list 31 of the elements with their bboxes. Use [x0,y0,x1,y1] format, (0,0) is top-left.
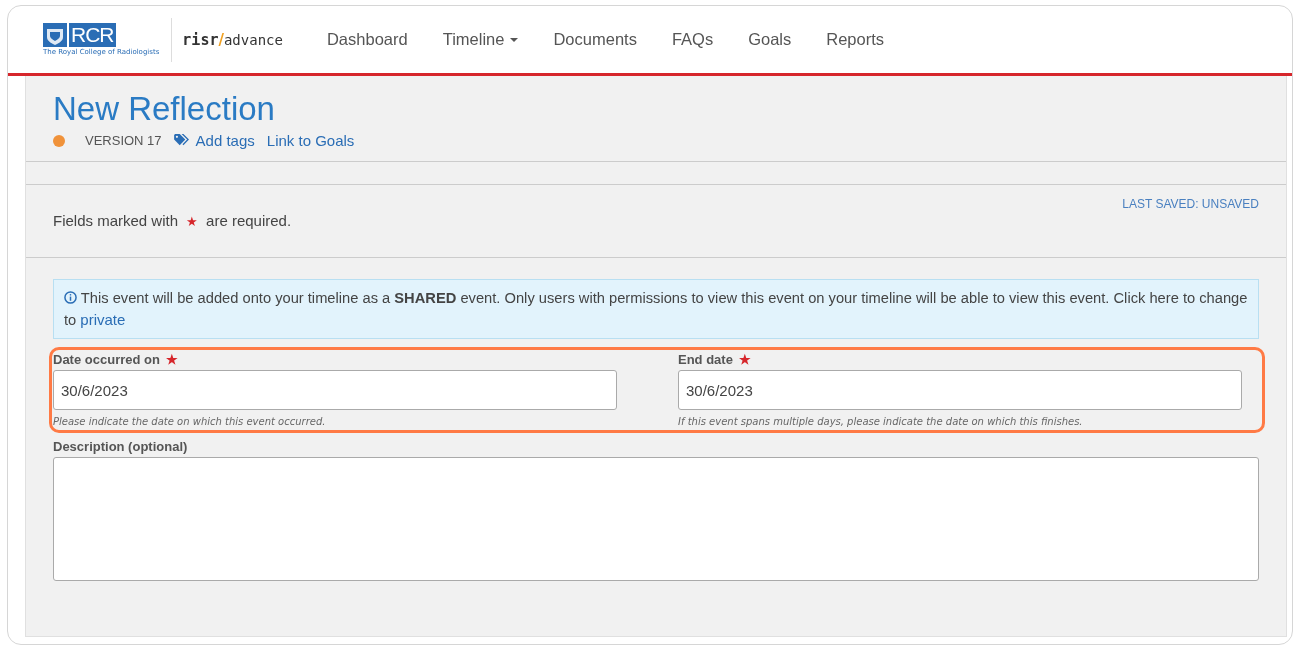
crest-icon [43,23,67,47]
nav-link[interactable]: Reports [826,30,885,49]
nav-link[interactable]: Dashboard [326,30,408,49]
field-label: End date [678,352,733,367]
add-tags-link[interactable]: Add tags [195,132,255,149]
required-mark-label: ★ [738,352,751,367]
tag-icon [173,134,191,147]
version-label: VERSION 17 [85,133,162,148]
help-text: Please indicate the date on which this event occurred. [53,416,327,427]
link-to-goals-link[interactable]: Link to Goals [266,132,355,149]
field-label: Date occurred on [53,352,160,367]
private-link[interactable]: private [80,311,126,328]
nav-link[interactable]: Timeline [442,30,519,49]
required-note: are required. [206,212,292,229]
page-title: New Reflection [53,90,276,128]
nav-link[interactable]: Goals [748,30,792,49]
required-note: Fields marked with [53,212,179,229]
nav-link[interactable]: FAQs [671,30,714,49]
date-field[interactable]: 30/6/2023 [53,370,617,410]
last-saved-status: LAST SAVED: UNSAVED [1122,197,1259,213]
field-label: Description (optional) [53,439,189,454]
info-banner: This event will be added onto your timeline as a SHARED event. Only users with permissions to view this event on your timeline will be able to view this event. Click here to change to private [53,279,1259,339]
help-text: If this event spans multiple days, please indicate the date on which this finishes. [678,416,1084,427]
description-field[interactable] [53,457,1259,581]
required-mark-label: ★ [186,214,199,229]
date-field[interactable]: 30/6/2023 [678,370,1242,410]
logo-text: RCR [69,23,116,47]
info-icon [64,291,77,304]
brand-name[interactable]: risr/advance [182,30,283,49]
nav-link[interactable]: Documents [553,30,637,49]
required-mark-label: ★ [165,352,178,367]
